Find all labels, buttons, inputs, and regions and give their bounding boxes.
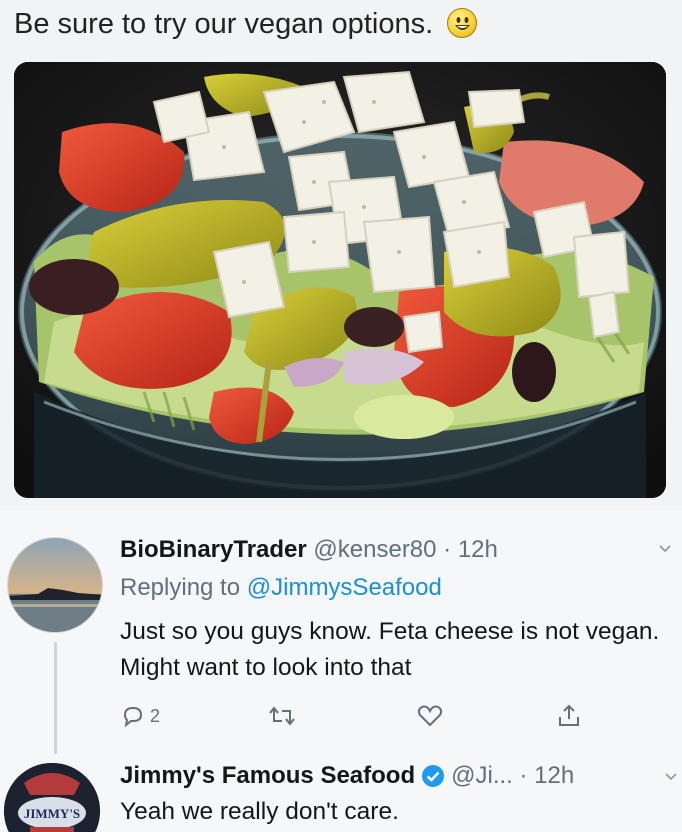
retweet-icon (269, 706, 295, 726)
display-name[interactable]: Jimmy's Famous Seafood (120, 762, 415, 790)
heart-icon (417, 705, 443, 727)
post-caption: Be sure to try our vegan options. (14, 6, 654, 42)
thread-connector-line (54, 642, 57, 754)
share-button[interactable] (556, 703, 582, 729)
smiley-face-icon (447, 8, 478, 38)
reply-icon (123, 706, 143, 728)
retweet-button[interactable] (268, 703, 296, 729)
verified-badge-icon (422, 765, 445, 787)
chevron-down-icon[interactable] (658, 542, 672, 556)
tweet-actions: 2 (120, 703, 600, 737)
replying-to-link[interactable]: @JimmysSeafood (247, 574, 442, 601)
reply-count: 2 (150, 705, 161, 726)
chevron-down-icon[interactable] (664, 770, 678, 784)
replying-to-line: Replying to @JimmysSeafood (120, 574, 442, 602)
reply-button[interactable]: 2 (120, 703, 160, 729)
reply-text: Just so you guys know. Feta cheese is no… (120, 618, 660, 681)
replying-prefix: Replying to (120, 574, 241, 601)
salad-photo[interactable] (14, 62, 666, 498)
reply-text: Yeah we really don't care. (120, 798, 399, 825)
reply-header: BioBinaryTrader @kenser80 · 12h (120, 536, 498, 564)
avatar-logo-text: JIMMY'S (24, 806, 80, 821)
reply-header: Jimmy's Famous Seafood @Ji... · 12h (120, 762, 574, 790)
handle-and-time[interactable]: @kenser80 · 12h (313, 536, 497, 563)
handle-and-time[interactable]: @Ji... · 12h (451, 762, 574, 790)
post-text: Be sure to try our vegan options. (14, 8, 434, 40)
like-button[interactable] (416, 703, 444, 729)
avatar[interactable] (7, 537, 103, 633)
display-name[interactable]: BioBinaryTrader (120, 536, 307, 563)
share-icon (559, 704, 579, 726)
